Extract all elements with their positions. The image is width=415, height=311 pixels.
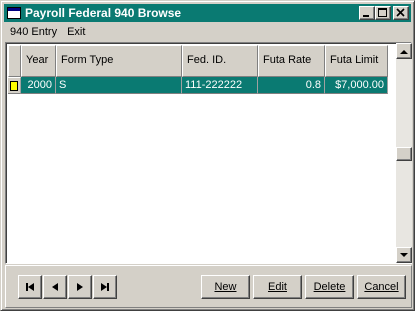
window-title: Payroll Federal 940 Browse [25,6,182,20]
first-record-button[interactable] [18,275,42,299]
arrow-up-icon [400,49,408,54]
delete-button[interactable]: Delete [305,275,354,299]
cancel-button-label: Cancel [364,281,399,293]
menu-exit[interactable]: Exit [62,26,90,38]
browse-window: Payroll Federal 940 Browse 940 Entry Exi… [0,0,415,311]
close-button[interactable] [393,6,409,20]
last-record-icon [101,283,109,291]
scroll-up-button[interactable] [396,43,412,59]
delete-button-label: Delete [313,281,346,293]
minimize-button[interactable] [359,6,375,20]
app-icon [6,6,22,20]
previous-record-icon [52,283,58,291]
column-header-form-type[interactable]: Form Type [56,45,182,77]
arrow-down-icon [400,252,408,257]
cancel-button[interactable]: Cancel [357,275,406,299]
minimize-icon [363,15,369,17]
maximize-icon [378,8,387,17]
first-record-icon [26,283,34,291]
cell-futa-rate[interactable]: 0.8 [258,77,325,94]
new-button[interactable]: New [201,275,250,299]
column-header-year[interactable]: Year [21,45,56,77]
cell-form-type[interactable]: S [56,77,182,94]
current-row-icon [10,80,18,91]
edit-button-label: Edit [268,281,287,293]
cell-futa-limit[interactable]: $7,000.00 [325,77,388,94]
row-selector-header [8,45,21,77]
column-header-futa-limit[interactable]: Futa Limit [325,45,388,77]
button-panel: New Edit Delete Cancel [5,265,412,308]
new-button-label: New [214,281,237,293]
previous-record-button[interactable] [43,275,67,299]
scroll-down-button[interactable] [396,247,412,263]
scroll-thumb[interactable] [396,147,412,161]
next-record-icon [77,283,83,291]
records-grid: Year Form Type Fed. ID. Futa Rate Futa L… [5,42,412,264]
close-icon [396,8,405,17]
title-bar[interactable]: Payroll Federal 940 Browse [4,4,411,22]
next-record-button[interactable] [68,275,92,299]
column-header-futa-rate[interactable]: Futa Rate [258,45,325,77]
column-header-fed-id[interactable]: Fed. ID. [182,45,258,77]
grid-header: Year Form Type Fed. ID. Futa Rate Futa L… [8,45,388,77]
row-selector[interactable] [8,77,21,94]
menu-bar: 940 Entry Exit [5,23,90,41]
table-row[interactable]: 2000 S 111-222222 0.8 $7,000.00 [8,77,388,94]
maximize-button[interactable] [375,6,391,20]
cell-fed-id[interactable]: 111-222222 [182,77,258,94]
edit-button[interactable]: Edit [253,275,302,299]
menu-940-entry[interactable]: 940 Entry [5,26,62,38]
vertical-scrollbar[interactable] [396,43,412,263]
last-record-button[interactable] [93,275,117,299]
cell-year[interactable]: 2000 [21,77,56,94]
